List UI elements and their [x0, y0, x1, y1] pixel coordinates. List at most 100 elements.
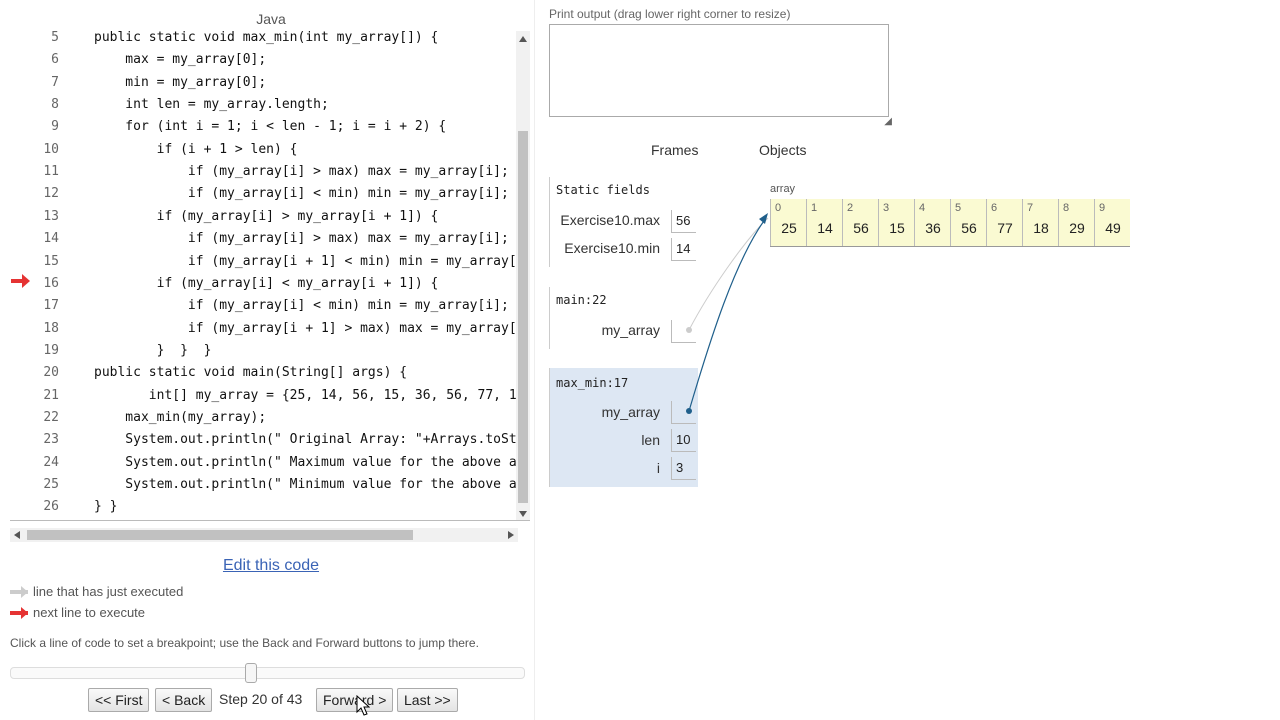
array-index: 3 [883, 202, 890, 214]
code-line[interactable]: 17 if (my_array[i] < min) min = my_array… [10, 295, 518, 317]
array-index: 1 [811, 202, 818, 214]
var-value: 10 [671, 429, 696, 452]
code-line[interactable]: 15 if (my_array[i + 1] < min) min = my_a… [10, 251, 518, 273]
code-text: public static void max_min(int my_array[… [94, 30, 439, 45]
array-value: 77 [997, 220, 1013, 236]
line-number: 25 [43, 477, 59, 492]
array-index: 6 [991, 202, 998, 214]
array-index: 0 [775, 202, 782, 214]
var-value-pointer [671, 401, 696, 424]
array-index: 4 [919, 202, 926, 214]
scroll-up-icon[interactable] [519, 36, 527, 42]
scroll-right-icon[interactable] [508, 531, 514, 539]
array-index: 2 [847, 202, 854, 214]
pane-divider[interactable] [534, 0, 535, 720]
code-line[interactable]: 23 System.out.println(" Original Array: … [10, 429, 518, 451]
code-horizontal-scrollbar[interactable] [10, 528, 518, 542]
line-number: 21 [43, 387, 59, 403]
legend-next: next line to execute [10, 605, 145, 620]
first-button[interactable]: << First [88, 688, 150, 712]
line-number: 26 [43, 499, 59, 515]
line-number: 17 [43, 298, 59, 314]
line-number: 10 [43, 141, 59, 157]
forward-button[interactable]: Forward > [316, 688, 394, 712]
code-line[interactable]: 10 if (i + 1 > len) { [10, 139, 518, 161]
code-line[interactable]: 11 if (my_array[i] > max) max = my_array… [10, 161, 518, 183]
array-cell: 5 56 [950, 199, 986, 246]
array-value: 49 [1105, 220, 1121, 236]
var-name: len [641, 432, 660, 448]
frames-header: Frames [651, 142, 699, 158]
array-cell: 1 14 [806, 199, 842, 246]
var-name: i [656, 460, 660, 476]
step-slider[interactable] [10, 663, 525, 683]
back-button[interactable]: < Back [155, 688, 213, 712]
line-number: 9 [51, 119, 59, 135]
code-text: if (my_array[i + 1] < min) min = my_arra… [94, 253, 518, 269]
resize-grip-icon[interactable]: ◢ [884, 116, 892, 127]
last-button[interactable]: Last >> [397, 688, 458, 712]
var-value-pointer [671, 320, 696, 343]
code-editor[interactable]: 5 public static void max_min(int my_array… [10, 27, 530, 521]
array-cell: 2 56 [842, 199, 878, 246]
code-text: if (i + 1 > len) { [94, 141, 298, 157]
code-line[interactable]: 20 public static void main(String[] args)… [10, 362, 518, 384]
slider-handle[interactable] [245, 663, 257, 683]
var-value: 3 [671, 457, 696, 480]
var-name: my_array [601, 404, 660, 420]
legend-next-text: next line to execute [33, 605, 146, 620]
code-line[interactable]: 24 System.out.println(" Maximum value fo… [10, 452, 518, 474]
code-vertical-scrollbar[interactable] [516, 31, 530, 520]
code-line[interactable]: 7 min = my_array[0]; [10, 72, 518, 94]
scroll-left-icon[interactable] [14, 531, 20, 539]
print-output-box[interactable]: ◢ [549, 24, 892, 127]
edit-code-link[interactable]: Edit this code [0, 557, 542, 575]
line-number: 18 [43, 320, 59, 336]
main-frame: main:22 my_array [549, 287, 698, 349]
array-index: 8 [1063, 202, 1070, 214]
code-line[interactable]: 12 if (my_array[i] < min) min = my_array… [10, 183, 518, 205]
print-output-label: Print output (drag lower right corner to… [549, 7, 791, 21]
code-line[interactable]: 25 System.out.println(" Minimum value fo… [10, 474, 518, 496]
scrollbar-thumb[interactable] [518, 131, 528, 503]
code-line[interactable]: 19 } } } [10, 340, 518, 362]
step-counter: Step 20 of 43 [219, 691, 303, 707]
line-number: 20 [43, 365, 59, 381]
code-line[interactable]: 6 max = my_array[0]; [10, 49, 518, 71]
code-line[interactable]: 26} } [10, 496, 518, 518]
max-min-frame: max_min:17 my_array len 10 i 3 [549, 368, 698, 487]
array-value: 56 [961, 220, 977, 236]
code-line[interactable]: 18 if (my_array[i + 1] > max) max = my_a… [10, 318, 518, 340]
code-line[interactable]: 8 int len = my_array.length; [10, 94, 518, 116]
code-line[interactable]: 21 int[] my_array = {25, 14, 56, 15, 36,… [10, 385, 518, 407]
line-number: 15 [43, 253, 59, 269]
array-value: 29 [1069, 220, 1085, 236]
code-line[interactable]: 5 public static void max_min(int my_array… [10, 27, 518, 49]
code-line[interactable]: 14 if (my_array[i] > max) max = my_array… [10, 228, 518, 250]
line-number: 19 [43, 342, 59, 358]
line-number: 16 [43, 275, 59, 291]
code-line[interactable]: 16 if (my_array[i] < my_array[i + 1]) { [10, 273, 518, 295]
array-value: 18 [1033, 220, 1049, 236]
language-label: Java [256, 11, 286, 27]
frame-title: Static fields [556, 183, 650, 197]
array-index: 7 [1027, 202, 1034, 214]
array-index: 5 [955, 202, 962, 214]
code-line[interactable]: 9 for (int i = 1; i < len - 1; i = i + 2… [10, 116, 518, 138]
line-number: 22 [43, 409, 59, 425]
arrowhead-icon [759, 213, 768, 224]
code-text: if (my_array[i] < min) min = my_array[i]… [94, 298, 509, 314]
code-text: public static void main(String[] args) { [94, 365, 408, 381]
scroll-down-icon[interactable] [519, 511, 527, 517]
var-name: my_array [601, 322, 660, 338]
next-line-arrow-icon [11, 273, 30, 288]
code-text: min = my_array[0]; [94, 74, 267, 90]
line-number: 6 [51, 52, 59, 68]
var-value: 14 [671, 238, 696, 261]
scrollbar-thumb[interactable] [27, 530, 413, 540]
code-text: int[] my_array = {25, 14, 56, 15, 36, 56… [94, 387, 518, 403]
red-arrow-icon [10, 606, 28, 619]
code-line[interactable]: 22 max_min(my_array); [10, 407, 518, 429]
legend-executed: line that has just executed [10, 584, 183, 599]
code-line[interactable]: 13 if (my_array[i] > my_array[i + 1]) { [10, 206, 518, 228]
